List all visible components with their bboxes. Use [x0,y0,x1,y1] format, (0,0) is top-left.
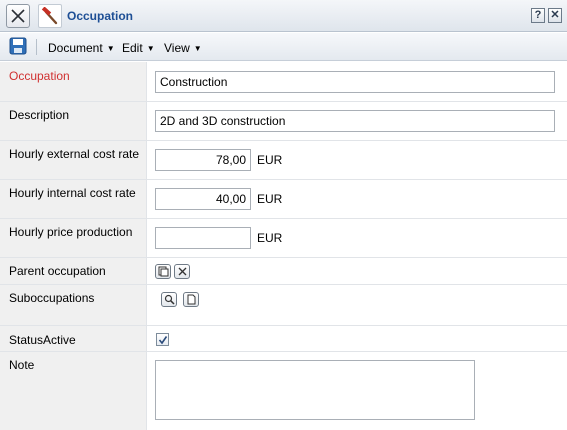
close-icon [11,9,25,23]
note-label: Note [9,358,35,372]
menu-document[interactable]: Document ▼ [48,41,115,55]
parent-select-button[interactable] [155,264,171,279]
menu-edit[interactable]: Edit ▼ [122,41,155,55]
row-suboccupations: Suboccupations [0,285,567,326]
suboccupations-search-button[interactable] [161,292,177,307]
suboccupations-new-button[interactable] [183,292,199,307]
status-active-checkbox[interactable] [156,333,169,346]
row-hourly-internal: Hourly internal cost rate EUR [0,180,567,219]
help-button[interactable]: ? [531,8,545,23]
close-window-button[interactable] [6,4,30,28]
hourly-price-label: Hourly price production [9,225,133,239]
save-icon[interactable] [9,37,27,55]
hourly-external-input[interactable] [155,149,251,171]
row-parent-occupation: Parent occupation [0,258,567,285]
window-titlebar: Occupation ? ✕ [0,0,567,32]
clipboard-icon [158,266,169,277]
suboccupations-label: Suboccupations [9,291,95,305]
row-note: Note [0,352,567,430]
menu-separator [36,39,37,55]
clear-icon [178,267,187,276]
menu-bar: Document ▼ Edit ▼ View ▼ [0,33,567,61]
menu-document-label: Document [48,41,103,55]
status-active-label: StatusActive [9,333,76,347]
hammer-icon [38,4,62,28]
description-input[interactable] [155,110,555,132]
search-icon [164,294,175,305]
document-icon [187,294,196,305]
menu-view[interactable]: View ▼ [164,41,202,55]
checkmark-icon [158,336,168,345]
row-occupation: Occupation [0,62,567,102]
hourly-internal-input[interactable] [155,188,251,210]
hourly-price-unit: EUR [257,231,283,245]
row-description: Description [0,102,567,141]
close-button[interactable]: ✕ [548,8,562,23]
dropdown-caret-icon: ▼ [146,44,155,53]
parent-clear-button[interactable] [174,264,190,279]
menu-view-label: View [164,41,190,55]
occupation-input[interactable] [155,71,555,93]
dropdown-caret-icon: ▼ [106,44,115,53]
hourly-external-unit: EUR [257,153,283,167]
hourly-internal-unit: EUR [257,192,283,206]
hourly-internal-label: Hourly internal cost rate [9,186,136,200]
dropdown-caret-icon: ▼ [193,44,202,53]
parent-occupation-label: Parent occupation [9,264,106,278]
description-label: Description [9,108,70,122]
note-textarea[interactable] [155,360,475,420]
row-hourly-external: Hourly external cost rate EUR [0,141,567,180]
hourly-external-label: Hourly external cost rate [9,147,140,161]
hourly-price-input[interactable] [155,227,251,249]
row-hourly-price: Hourly price production EUR [0,219,567,258]
menu-edit-label: Edit [122,41,143,55]
occupation-label: Occupation [9,69,70,83]
occupation-form: Occupation Description Hourly external c… [0,62,567,430]
row-status-active: StatusActive [0,326,567,352]
window-title: Occupation [67,9,134,23]
